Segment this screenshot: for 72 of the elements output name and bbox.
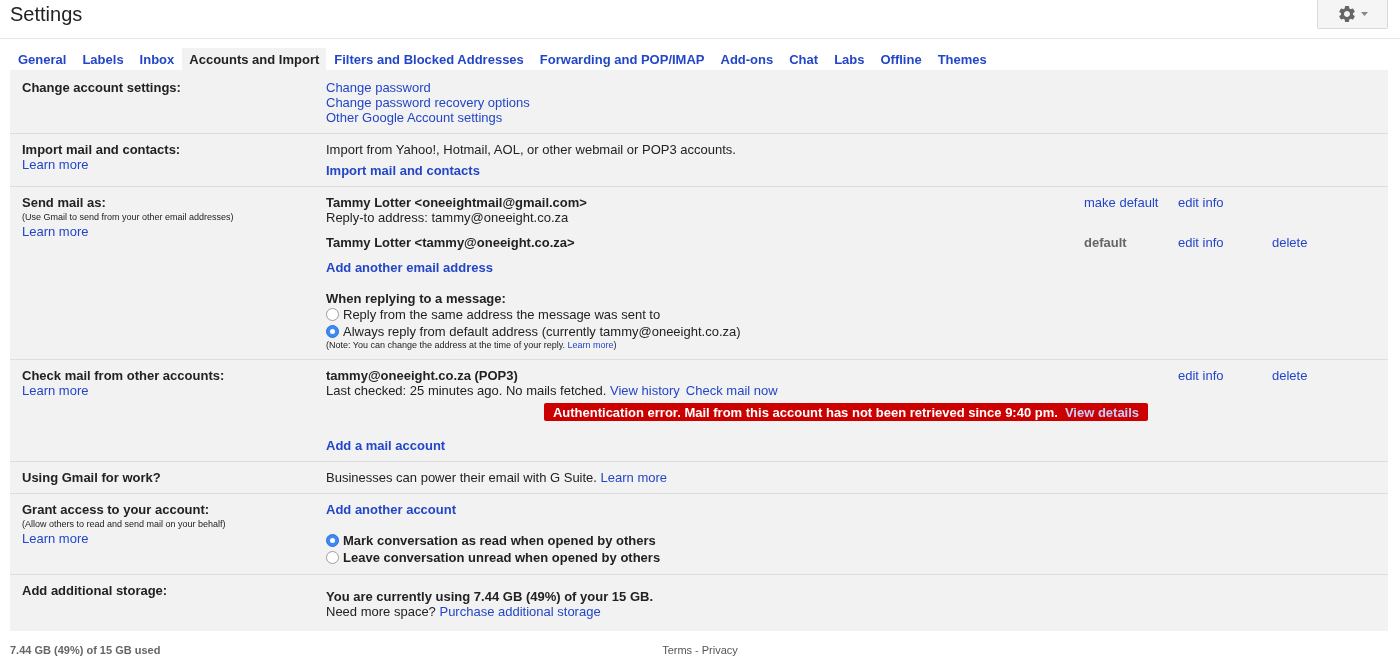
learn-more-link[interactable]: Learn more xyxy=(600,470,668,485)
option-label: Always reply from default address (currently tammy@oneeight.co.za) xyxy=(343,324,741,339)
view-history-link[interactable]: View history xyxy=(610,383,680,398)
add-mail-account-link[interactable]: Add a mail account xyxy=(326,438,446,453)
account-settings-link[interactable]: Change password recovery options xyxy=(326,95,530,110)
radio-button[interactable] xyxy=(326,308,339,321)
edit-info-link[interactable]: edit info xyxy=(1178,235,1224,250)
section-label: Import mail and contacts: xyxy=(22,142,181,157)
more-space-text: Need more space? Purchase additional storage xyxy=(326,604,601,619)
reply-to-address: Reply-to address: tammy@oneeight.co.za xyxy=(326,210,569,225)
section-label: Change account settings: xyxy=(22,80,181,95)
terms-link[interactable]: Terms xyxy=(662,644,693,657)
caret-icon xyxy=(1361,12,1368,16)
tab[interactable]: Add-ons xyxy=(712,48,782,70)
learn-more-link[interactable]: Learn more xyxy=(22,224,89,239)
tab[interactable]: Accounts and Import xyxy=(182,48,327,70)
radio-button[interactable] xyxy=(326,534,339,547)
import-description: Import from Yahoo!, Hotmail, AOL, or other webmail or POP3 accounts. xyxy=(326,142,736,157)
tab[interactable]: Labels xyxy=(74,48,132,70)
reply-heading: When replying to a message: xyxy=(326,291,506,306)
error-message: Authentication error. Mail from this account has not been retrieved since 9:40 pm. xyxy=(552,404,1058,420)
settings-icon xyxy=(1337,4,1357,24)
learn-more-link[interactable]: Learn more xyxy=(22,531,89,546)
last-checked-text: Last checked: 25 minutes ago. No mails fetched. View history Check mail now xyxy=(326,383,778,398)
g-suite-text: Businesses can power their email with G Suite. Learn more xyxy=(326,470,669,485)
tab[interactable]: Filters and Blocked Addresses xyxy=(326,48,532,70)
learn-more-link[interactable]: Learn more xyxy=(22,383,89,398)
add-account-link[interactable]: Add another account xyxy=(326,502,456,517)
delete-link[interactable]: delete xyxy=(1272,368,1308,383)
section-note: (Use Gmail to send from your other email addresses) xyxy=(22,211,234,224)
radio-button[interactable] xyxy=(326,551,339,564)
section-label: Send mail as: xyxy=(22,195,106,210)
import-mail-link[interactable]: Import mail and contacts xyxy=(326,163,480,178)
tab[interactable]: Forwarding and POP/IMAP xyxy=(531,48,713,70)
add-email-link[interactable]: Add another email address xyxy=(326,260,493,275)
option-label: Mark conversation as read when opened by others xyxy=(343,533,656,548)
tab[interactable]: General xyxy=(10,48,75,70)
storage-used-text: 7.44 GB (49%) of 15 GB used xyxy=(10,644,161,657)
tab[interactable]: Chat xyxy=(781,48,827,70)
purchase-storage-link[interactable]: Purchase additional storage xyxy=(439,604,601,619)
section-label: Using Gmail for work? xyxy=(22,470,161,485)
page-title: Settings xyxy=(9,2,83,26)
section-label: Check mail from other accounts: xyxy=(22,368,225,383)
default-label: default xyxy=(1084,235,1127,250)
settings-button[interactable] xyxy=(1317,0,1388,29)
learn-more-link[interactable]: Learn more xyxy=(22,157,89,172)
learn-more-link[interactable]: Learn more xyxy=(567,340,614,350)
edit-info-link[interactable]: edit info xyxy=(1178,195,1224,210)
account-settings-link[interactable]: Other Google Account settings xyxy=(326,110,503,125)
section-note: (Allow others to read and send mail on your behalf) xyxy=(22,518,226,531)
link-separator: - xyxy=(695,644,699,657)
make-default-link[interactable]: make default xyxy=(1084,195,1159,210)
option-label: Reply from the same address the message was sent to xyxy=(343,307,661,322)
tab[interactable]: Inbox xyxy=(131,48,183,70)
section-label: Grant access to your account: xyxy=(22,502,210,517)
delete-link[interactable]: delete xyxy=(1272,235,1308,250)
privacy-link[interactable]: Privacy xyxy=(701,644,738,657)
check-mail-link[interactable]: Check mail now xyxy=(685,383,778,398)
account-address: tammy@oneeight.co.za (POP3) xyxy=(326,368,518,383)
tab[interactable]: Labs xyxy=(826,48,873,70)
edit-info-link[interactable]: edit info xyxy=(1178,368,1224,383)
storage-usage: You are currently using 7.44 GB (49%) of your 15 GB. xyxy=(326,589,653,604)
sender-address: Tammy Lotter <oneeightmail@gmail.com> xyxy=(326,195,587,210)
sender-address: Tammy Lotter <tammy@oneeight.co.za> xyxy=(326,235,575,250)
reply-note: (Note: You can change the address at the time of your reply. Learn more) xyxy=(326,340,617,351)
tab[interactable]: Themes xyxy=(929,48,995,70)
view-details-link[interactable]: View details xyxy=(1064,404,1140,420)
section-label: Add additional storage: xyxy=(22,583,168,598)
option-label: Leave conversation unread when opened by others xyxy=(343,550,661,565)
account-settings-link[interactable]: Change password xyxy=(326,80,431,95)
radio-button[interactable] xyxy=(326,325,339,338)
tab[interactable]: Offline xyxy=(872,48,930,70)
